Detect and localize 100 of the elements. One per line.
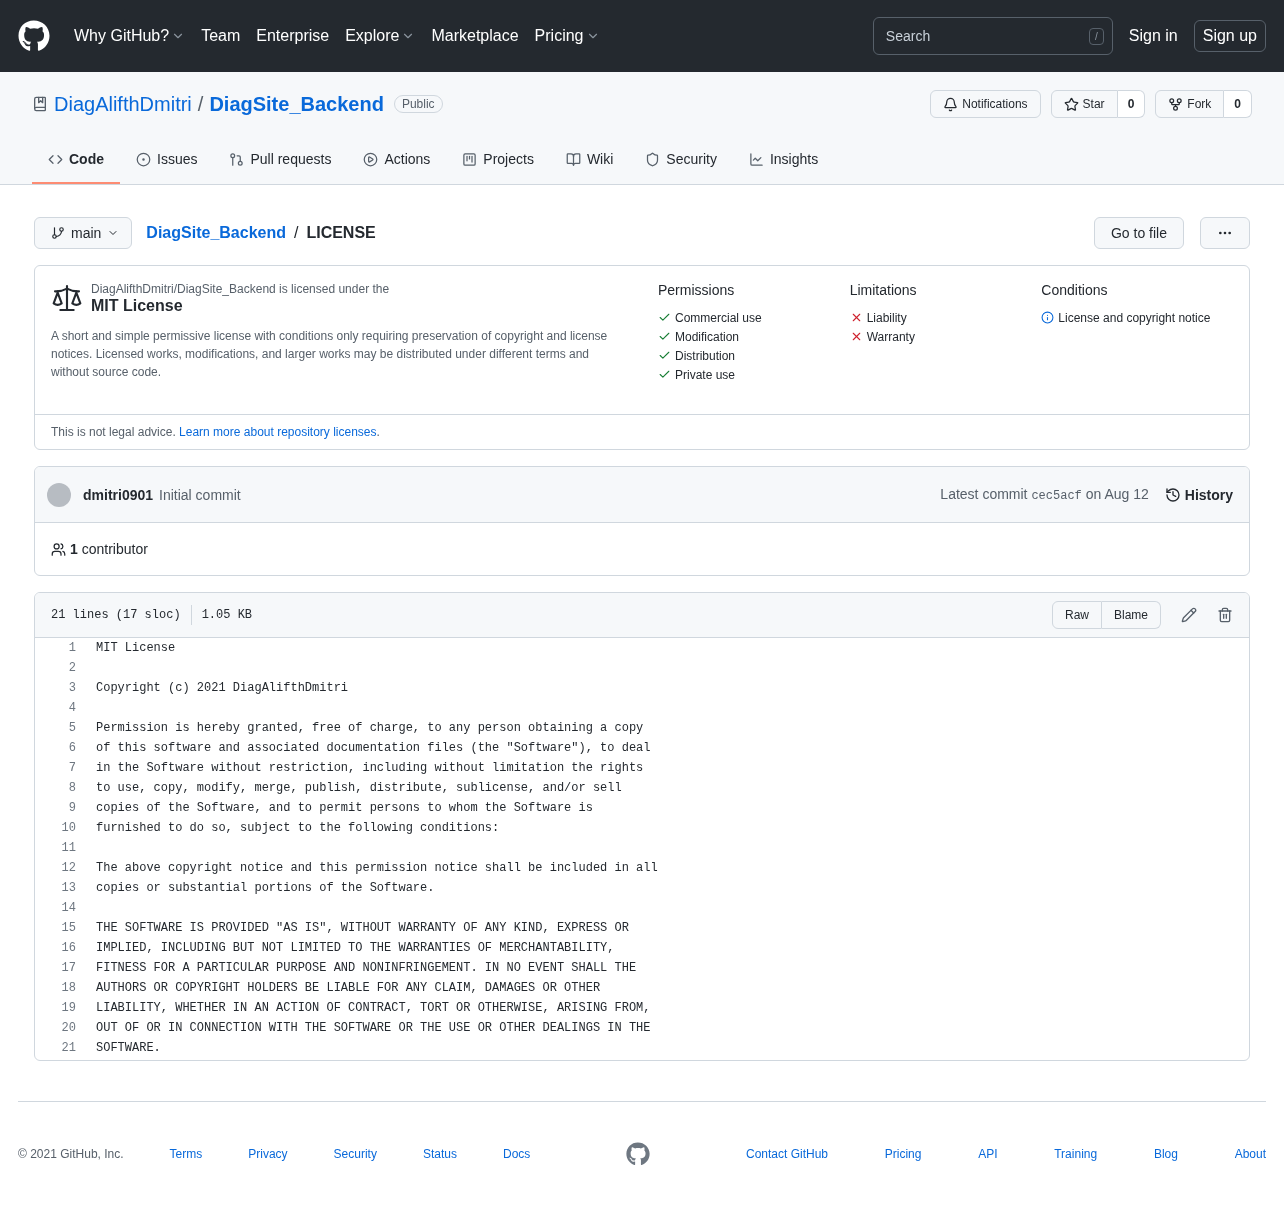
repo-name-link[interactable]: DiagSite_Backend — [209, 92, 384, 116]
code-line: OUT OF OR IN CONNECTION WITH THE SOFTWARE OR THE USE OR OTHER DEALINGS IN THE — [96, 1021, 651, 1035]
raw-button[interactable]: Raw — [1051, 601, 1102, 629]
footer-link[interactable]: Training — [1054, 1147, 1098, 1161]
star-button[interactable]: Star — [1050, 90, 1118, 118]
footer-link[interactable]: Security — [333, 1147, 377, 1161]
code-line: THE SOFTWARE IS PROVIDED "AS IS", WITHOUT WARRANTY OF ANY KIND, EXPRESS OR — [96, 921, 629, 935]
line-number: 12 — [60, 861, 76, 875]
repo-tab[interactable]: Wiki — [549, 136, 630, 184]
path-separator: / — [197, 92, 204, 116]
code-line: Copyright (c) 2021 DiagAlifthDmitri — [96, 681, 349, 695]
scale-icon — [51, 282, 83, 314]
github-logo-icon[interactable] — [18, 20, 50, 52]
owner-link[interactable]: DiagAlifthDmitri — [54, 92, 192, 116]
nav-link[interactable]: Pricing — [534, 27, 600, 45]
star-count[interactable]: 0 — [1117, 90, 1146, 118]
sign-up-button[interactable]: Sign up — [1193, 20, 1266, 52]
actions-icon — [363, 151, 379, 167]
code-line: SOFTWARE. — [96, 1041, 161, 1055]
license-intro: DiagAlifthDmitri/DiagSite_Backend is licensed under the — [91, 282, 390, 296]
fork-button[interactable]: Fork — [1155, 90, 1225, 118]
footer-link[interactable]: Privacy — [248, 1147, 288, 1161]
line-number: 13 — [60, 881, 76, 895]
code-line: copies of the Software, and to permit persons to whom the Software is — [96, 801, 593, 815]
people-icon — [51, 541, 66, 557]
line-number: 10 — [60, 821, 76, 835]
line-number: 18 — [60, 981, 76, 995]
delete-button[interactable] — [1217, 607, 1233, 623]
license-name: MIT License — [91, 297, 184, 315]
check-icon — [658, 349, 671, 362]
line-number: 8 — [67, 781, 76, 795]
repo-tab[interactable]: Issues — [120, 136, 214, 184]
repo-tab[interactable]: Actions — [347, 136, 447, 184]
repo-tab[interactable]: Pull requests — [213, 136, 348, 184]
code-line: FITNESS FOR A PARTICULAR PURPOSE AND NONINFRINGEMENT. IN NO EVENT SHALL THE — [96, 961, 637, 975]
rule-label: Warranty — [866, 329, 915, 344]
author-link[interactable]: dmitri0901 — [83, 486, 154, 503]
footer-link[interactable]: Terms — [169, 1147, 203, 1161]
star-icon — [1063, 96, 1079, 112]
repo-tab[interactable]: Insights — [732, 136, 835, 184]
edit-button[interactable] — [1181, 607, 1197, 623]
repo-tab[interactable]: Security — [629, 136, 733, 184]
rule-heading: Limitations — [849, 282, 918, 298]
learn-more-link[interactable]: Learn more about repository licenses — [179, 425, 377, 439]
footer-link[interactable]: API — [978, 1147, 998, 1161]
security-icon — [645, 151, 661, 167]
path-separator: / — [293, 224, 299, 242]
blame-button[interactable]: Blame — [1102, 601, 1161, 629]
lines-info: 21 lines (17 sloc) — [51, 608, 181, 622]
repo-icon — [32, 96, 48, 112]
file-size: 1.05 KB — [201, 608, 253, 622]
code-line: AUTHORS OR COPYRIGHT HOLDERS BE LIABLE FOR ANY CLAIM, DAMAGES OR OTHER — [96, 981, 601, 995]
insights-icon — [748, 151, 764, 167]
repo-breadcrumb-link[interactable]: DiagSite_Backend — [146, 224, 286, 242]
history-link[interactable]: History — [1164, 486, 1233, 503]
nav-link[interactable]: Explore — [345, 27, 416, 45]
repo-tab[interactable]: Projects — [446, 136, 550, 184]
line-number: 19 — [60, 1001, 76, 1015]
footer-link[interactable]: Pricing — [884, 1147, 922, 1161]
nav-link[interactable]: Team — [201, 27, 241, 45]
footer-link[interactable]: About — [1234, 1147, 1266, 1161]
line-number: 7 — [67, 761, 76, 775]
nav-link[interactable]: Why GitHub? — [74, 27, 186, 45]
search-field[interactable]: Search / — [872, 17, 1113, 55]
bell-icon — [943, 96, 959, 112]
shortcut-key: / — [1089, 27, 1104, 45]
footer-link[interactable]: Docs — [502, 1147, 531, 1161]
rule-label: Liability — [866, 310, 907, 325]
code-line: copies or substantial portions of the Software. — [96, 881, 435, 895]
code-line: Permission is hereby granted, free of charge, to any person obtaining a copy — [96, 721, 644, 735]
footer-link[interactable]: Status — [422, 1147, 457, 1161]
rule-label: License and copyright notice — [1058, 310, 1211, 325]
code-line: to use, copy, modify, merge, publish, distribute, sublicense, and/or sell — [96, 781, 622, 795]
history-icon — [1164, 486, 1181, 503]
code-line: furnished to do so, subject to the following conditions: — [96, 821, 500, 835]
fork-count[interactable]: 0 — [1224, 90, 1252, 118]
line-number: 17 — [60, 961, 76, 975]
sign-in-link[interactable]: Sign in — [1128, 27, 1178, 45]
repo-tab[interactable]: Code — [32, 136, 120, 184]
line-number: 21 — [60, 1041, 76, 1055]
code-line: LIABILITY, WHETHER IN AN ACTION OF CONTRACT, TORT OR OTHERWISE, ARISING FROM, — [96, 1001, 651, 1015]
line-number: 5 — [67, 721, 76, 735]
rule-heading: Conditions — [1041, 282, 1109, 298]
notifications-button[interactable]: Notifications — [930, 90, 1041, 118]
file-name: LICENSE — [306, 224, 376, 242]
wiki-icon — [565, 151, 581, 167]
line-number: 3 — [67, 681, 76, 695]
issues-icon — [136, 151, 151, 167]
branch-button[interactable]: main — [34, 217, 133, 249]
pencil-icon — [1181, 607, 1197, 623]
nav-link[interactable]: Marketplace — [431, 27, 519, 45]
nav-link[interactable]: Enterprise — [256, 27, 330, 45]
commit-message: Initial commit — [159, 486, 241, 503]
footer-link[interactable]: Contact GitHub — [746, 1147, 829, 1161]
line-number: 20 — [60, 1021, 76, 1035]
go-to-file-button[interactable]: Go to file — [1093, 217, 1184, 249]
footer-link[interactable]: Blog — [1153, 1147, 1178, 1161]
code-line: of this software and associated documentation files (the "Software"), to deal — [96, 741, 651, 755]
line-number: 2 — [67, 661, 76, 675]
line-number: 6 — [67, 741, 76, 755]
